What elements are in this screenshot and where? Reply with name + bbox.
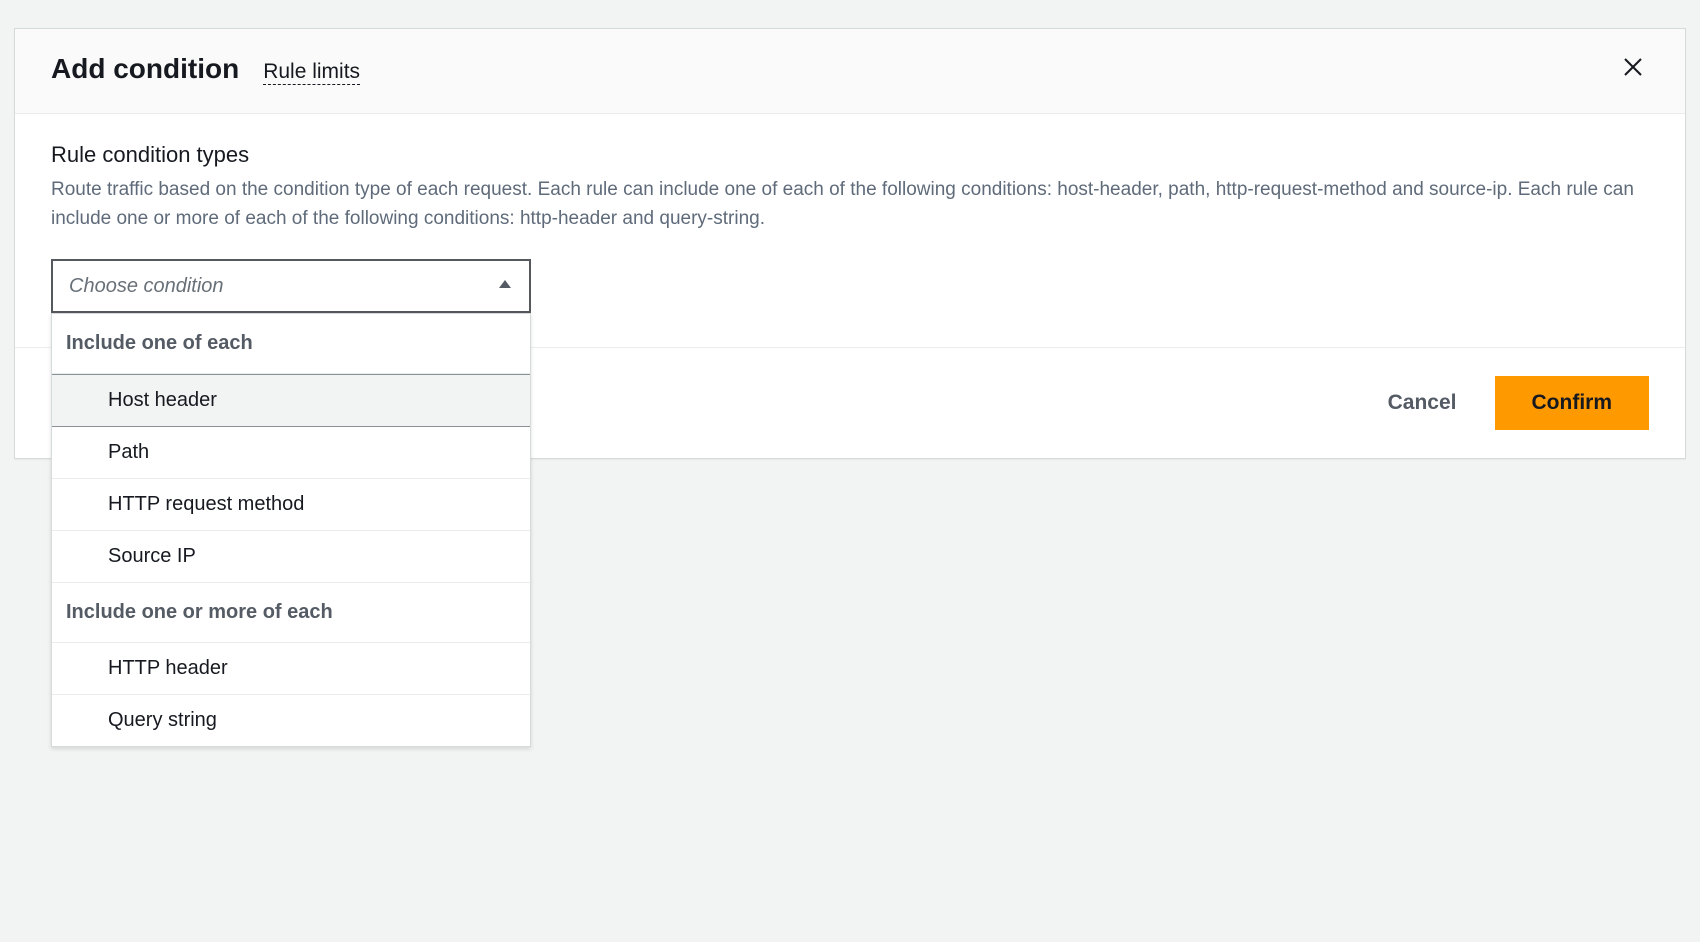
dropdown-option-source-ip[interactable]: Source IP: [52, 531, 530, 583]
confirm-button[interactable]: Confirm: [1495, 376, 1650, 430]
dropdown-option-host-header[interactable]: Host header: [52, 374, 530, 427]
section-description: Route traffic based on the condition typ…: [51, 176, 1649, 233]
close-button[interactable]: [1617, 53, 1649, 85]
condition-select[interactable]: Choose condition: [51, 259, 531, 313]
modal-header: Add condition Rule limits: [15, 29, 1685, 114]
condition-select-wrapper: Choose condition Include one of each Hos…: [51, 259, 531, 313]
condition-dropdown: Include one of each Host header Path HTT…: [51, 313, 531, 747]
section-title: Rule condition types: [51, 142, 1649, 168]
dropdown-group-label-2: Include one or more of each: [52, 583, 530, 643]
cancel-button[interactable]: Cancel: [1380, 379, 1465, 427]
caret-up-icon: [497, 275, 513, 298]
modal-body: Rule condition types Route traffic based…: [15, 114, 1685, 347]
dropdown-group-label-1: Include one of each: [52, 314, 530, 374]
dropdown-option-http-request-method[interactable]: HTTP request method: [52, 479, 530, 531]
modal-title: Add condition: [51, 53, 239, 85]
close-icon: [1621, 55, 1645, 84]
rule-limits-link[interactable]: Rule limits: [263, 60, 360, 85]
add-condition-modal: Add condition Rule limits Rule condition…: [14, 28, 1686, 459]
modal-header-left: Add condition Rule limits: [51, 53, 360, 85]
dropdown-option-query-string[interactable]: Query string: [52, 695, 530, 746]
dropdown-option-path[interactable]: Path: [52, 427, 530, 479]
select-placeholder: Choose condition: [69, 275, 224, 298]
dropdown-option-http-header[interactable]: HTTP header: [52, 643, 530, 695]
